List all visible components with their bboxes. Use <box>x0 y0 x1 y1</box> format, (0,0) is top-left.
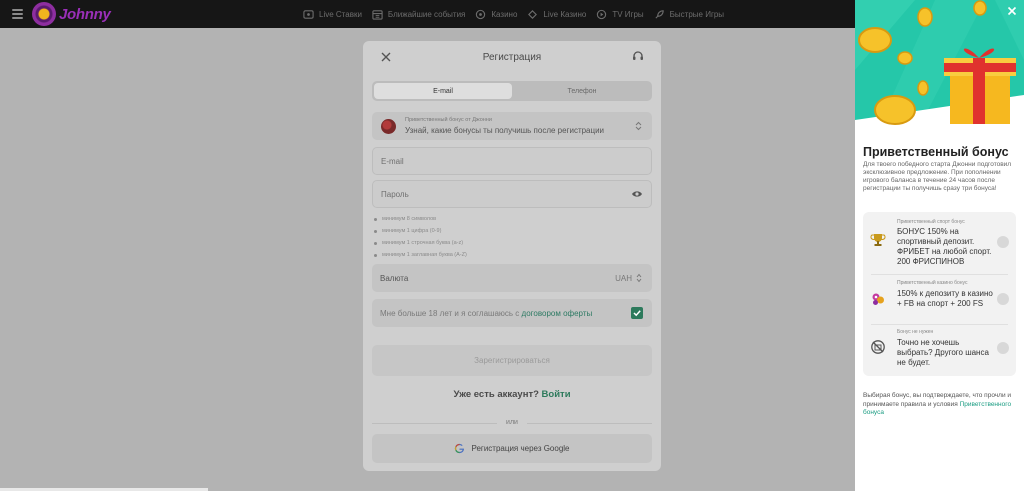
or-text: или <box>506 419 518 426</box>
or-divider: или <box>372 418 652 428</box>
offer-agreement-link[interactable]: договором оферты <box>522 309 593 318</box>
chevron-up-down-icon <box>636 273 642 283</box>
nav-item-label: Быстрые Игры <box>669 9 725 19</box>
nav-item-label: Казино <box>491 9 518 19</box>
password-rule-text: минимум 8 символов <box>382 216 437 222</box>
nav-item-label: Live Казино <box>543 9 587 19</box>
nav-item-casino[interactable]: Казино <box>475 9 517 20</box>
modal-header: Регистрация <box>363 41 661 73</box>
nav-item-label: Live Ставки <box>319 9 362 19</box>
have-account-row: Уже есть аккаунт? Войти <box>363 389 661 400</box>
currency-select[interactable]: Валюта UAH <box>372 264 652 292</box>
rocket-icon <box>655 9 664 19</box>
bonus-panel-title: Приветственный бонус <box>863 145 1009 159</box>
nav-item-fast-games[interactable]: Быстрые Игры <box>654 9 724 20</box>
bonus-option-radio[interactable] <box>997 342 1009 354</box>
tab-email[interactable]: E-mail <box>374 83 512 99</box>
trophy-icon <box>870 234 886 246</box>
password-rules: минимум 8 символов минимум 1 цифра (0-9)… <box>374 213 634 261</box>
logo-mark-icon <box>32 2 56 26</box>
password-rule: минимум 8 символов <box>374 213 634 225</box>
nav-item-live-bets[interactable]: Live Ставки <box>303 9 362 20</box>
bonus-option-caption: Бонус не нужен <box>897 329 934 335</box>
nav-item-upcoming-events[interactable]: Ближайшие события <box>372 9 465 20</box>
google-signup-label: Регистрация через Google <box>471 444 570 453</box>
bonus-option-radio[interactable] <box>997 236 1009 248</box>
nav-item-tv-games[interactable]: TV Игры <box>596 9 644 20</box>
password-input[interactable] <box>381 181 631 207</box>
menu-icon[interactable] <box>12 9 23 19</box>
email-field <box>372 147 652 175</box>
bullet-icon <box>374 229 377 233</box>
password-rule: минимум 1 цифра (0-9) <box>374 225 634 237</box>
casino-chips-icon <box>872 293 884 305</box>
have-account-text: Уже есть аккаунт? <box>453 389 542 400</box>
bonus-option-text: Точно не хочешь выбрать? Другого шанса н… <box>897 338 989 367</box>
bonus-option-radio[interactable] <box>997 293 1009 305</box>
welcome-bonus-select[interactable]: Приветственный бонус от Джонни Узнай, ка… <box>372 112 652 140</box>
modal-title: Регистрация <box>482 52 542 63</box>
google-icon <box>455 443 465 454</box>
close-icon[interactable] <box>1007 6 1017 16</box>
calendar-icon <box>372 9 383 20</box>
agreement-text-prefix: Мне больше 18 лет и я соглашаюсь с <box>380 309 522 318</box>
chevron-up-down-icon <box>635 121 642 131</box>
casino-icon <box>476 9 486 19</box>
password-rule-text: минимум 1 заглавная буква (A-Z) <box>382 252 467 258</box>
bonus-terms-note: Выбирая бонус, вы подтверждаете, что про… <box>863 392 1018 418</box>
bonus-gift-icon <box>381 119 396 134</box>
password-field <box>372 180 652 208</box>
no-bonus-icon <box>871 340 885 354</box>
bonus-select-text: Узнай, какие бонусы ты получишь после ре… <box>405 126 605 135</box>
tv-games-icon <box>597 9 607 19</box>
password-rule: минимум 1 заглавная буква (A-Z) <box>374 249 634 261</box>
password-rule-text: минимум 1 цифра (0-9) <box>382 228 442 234</box>
currency-value: UAH <box>615 274 632 283</box>
registration-modal: Регистрация E-mail Телефон Приветственны… <box>363 41 661 471</box>
email-input[interactable] <box>381 148 631 174</box>
live-tv-icon <box>303 9 314 19</box>
bonus-banner <box>855 0 1024 135</box>
nav-item-label: Ближайшие события <box>387 9 466 19</box>
agreement-checkbox[interactable] <box>631 307 643 319</box>
password-rule: минимум 1 строчная буква (a-z) <box>374 237 634 249</box>
login-link[interactable]: Войти <box>542 389 571 400</box>
tab-phone[interactable]: Телефон <box>514 83 650 99</box>
divider <box>871 274 1008 275</box>
bonus-panel-description: Для твоего победного старта Джонни подго… <box>863 161 1012 192</box>
age-agreement-row: Мне больше 18 лет и я соглашаюсь с догов… <box>372 299 652 327</box>
nav-item-label: TV Игры <box>612 9 644 19</box>
bonus-select-caption: Приветственный бонус от Джонни <box>405 117 492 123</box>
bonus-option-caption: Приветственный спорт бонус <box>897 219 965 225</box>
bullet-icon <box>374 217 377 221</box>
logo-text: Johnny <box>59 5 111 23</box>
bonus-banner-illustration <box>855 0 1024 135</box>
support-headset-icon[interactable] <box>631 49 645 63</box>
welcome-bonus-panel: Приветственный бонус Для твоего победног… <box>855 0 1024 491</box>
logo[interactable]: Johnny <box>32 2 111 26</box>
agreement-text: Мне больше 18 лет и я соглашаюсь с догов… <box>380 309 592 318</box>
password-rule-text: минимум 1 строчная буква (a-z) <box>382 240 464 246</box>
google-signup-button[interactable]: Регистрация через Google <box>372 434 652 463</box>
bullet-icon <box>374 241 377 245</box>
bullet-icon <box>374 253 377 257</box>
bonus-option-text: БОНУС 150% на спортивный депозит. ФРИБЕТ… <box>897 227 992 266</box>
cards-icon <box>528 9 538 19</box>
registration-method-tabs: E-mail Телефон <box>372 81 652 101</box>
bonus-option-text: 150% к депозиту в казино + FB на спорт +… <box>897 289 993 308</box>
bonus-options-list: Приветственный спорт бонус БОНУС 150% на… <box>863 212 1016 376</box>
show-password-eye-icon[interactable] <box>631 189 643 199</box>
divider <box>871 324 1008 325</box>
currency-label: Валюта <box>380 274 409 283</box>
register-button[interactable]: Зарегистрироваться <box>372 345 652 376</box>
main-nav: Live Ставки Ближайшие события Казино Liv… <box>303 0 724 28</box>
nav-item-live-casino[interactable]: Live Казино <box>527 9 586 20</box>
bonus-option-caption: Приветственный казино бонус <box>897 280 968 286</box>
